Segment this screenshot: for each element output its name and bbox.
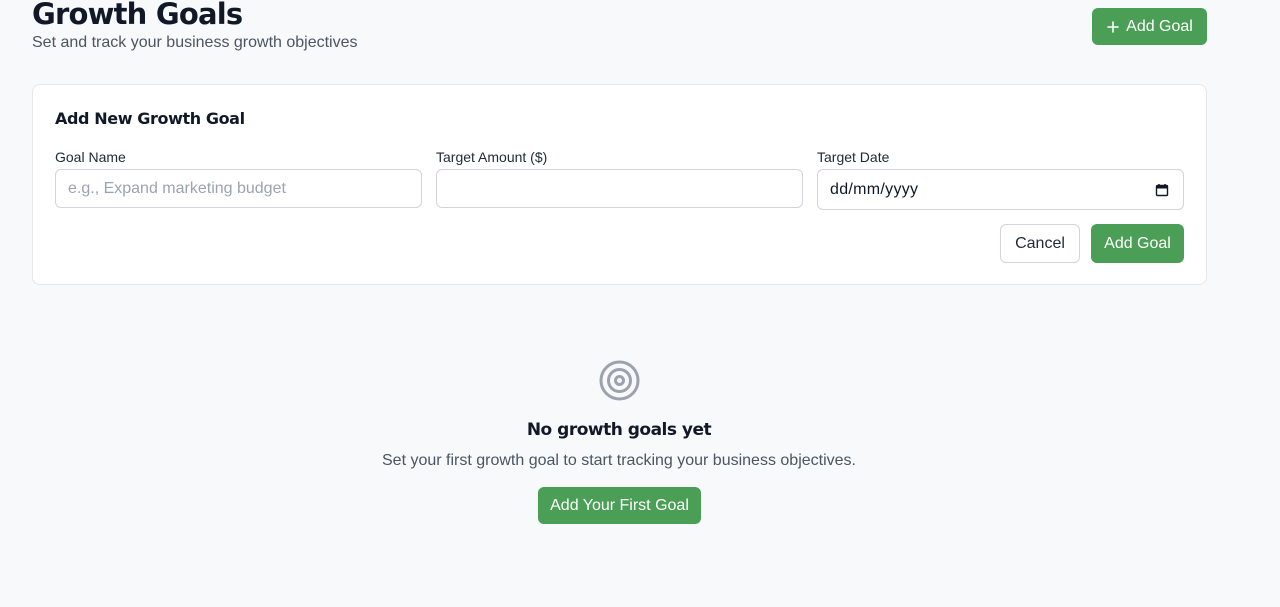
cancel-button[interactable]: Cancel bbox=[1000, 224, 1080, 263]
add-goal-form-card: Add New Growth Goal Goal Name Target Amo… bbox=[32, 84, 1207, 285]
calendar-icon[interactable] bbox=[1155, 183, 1169, 197]
add-goal-button-label: Add Goal bbox=[1126, 17, 1193, 35]
target-amount-label: Target Amount ($) bbox=[436, 149, 548, 165]
plus-icon bbox=[1106, 20, 1120, 34]
growth-goals-page: Growth Goals Set and track your business… bbox=[0, 0, 1280, 607]
page-title: Growth Goals bbox=[32, 0, 243, 31]
form-title: Add New Growth Goal bbox=[55, 109, 245, 128]
add-first-goal-button[interactable]: Add Your First Goal bbox=[538, 487, 701, 524]
page-subtitle: Set and track your business growth objec… bbox=[32, 34, 358, 51]
target-date-label: Target Date bbox=[817, 149, 890, 165]
empty-state-title: No growth goals yet bbox=[526, 420, 712, 440]
target-amount-input[interactable] bbox=[436, 169, 803, 208]
target-icon bbox=[598, 359, 641, 402]
empty-state-text: Set your first growth goal to start trac… bbox=[382, 452, 856, 469]
goal-name-label: Goal Name bbox=[55, 149, 126, 165]
target-date-value: dd/mm/yyyy bbox=[830, 180, 919, 198]
add-goal-button[interactable]: Add Goal bbox=[1092, 8, 1207, 45]
goal-name-input[interactable] bbox=[55, 169, 422, 208]
submit-goal-button[interactable]: Add Goal bbox=[1091, 224, 1184, 263]
target-date-input[interactable]: dd/mm/yyyy bbox=[817, 169, 1184, 210]
